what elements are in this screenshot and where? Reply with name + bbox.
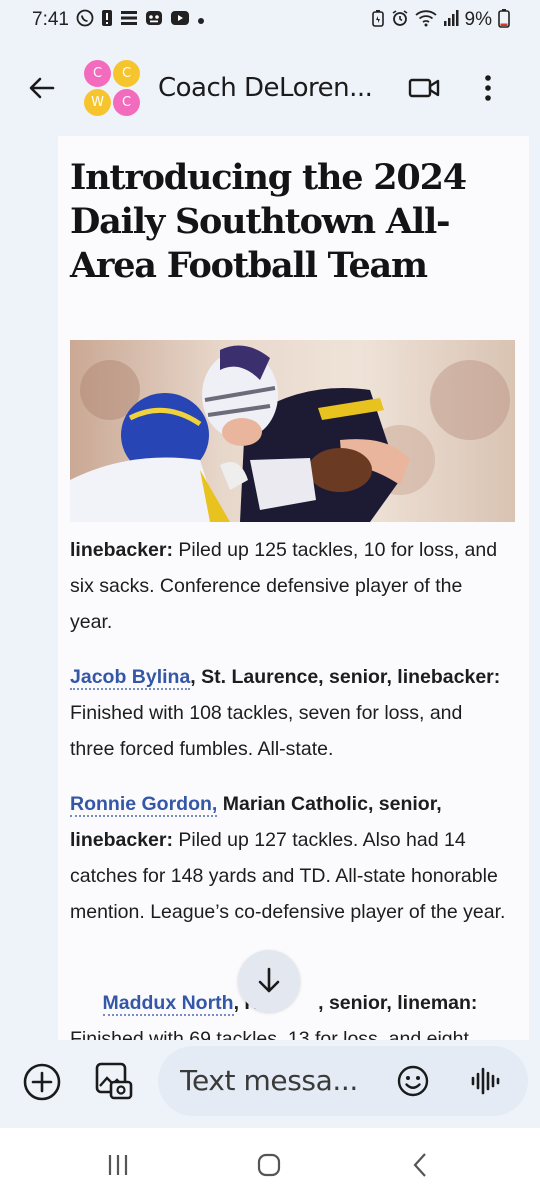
- more-notifications-dot-icon: [197, 12, 205, 29]
- player-paragraph: Ronnie Gordon, Marian Catholic, senior, …: [70, 786, 510, 930]
- player-paragraph: linebacker: Piled up 125 tackles, 10 for…: [70, 532, 510, 640]
- chevron-left-icon: [413, 1153, 426, 1177]
- home-icon: [257, 1153, 281, 1177]
- arrow-down-icon: [258, 967, 280, 993]
- battery-percent: 9%: [464, 9, 492, 30]
- conversation-header: C C W C Coach DeLoren...: [0, 40, 540, 136]
- whatsapp-icon: [76, 9, 94, 31]
- emoji-button[interactable]: [396, 1064, 430, 1098]
- conversation-title[interactable]: Coach DeLoren...: [158, 73, 380, 103]
- menu-app-icon: [120, 9, 138, 31]
- gallery-button[interactable]: [94, 1060, 134, 1102]
- player-school-position: , St. Laurence, senior, linebacker:: [190, 666, 501, 688]
- emoji-icon: [397, 1065, 429, 1097]
- waveform-icon: [471, 1067, 500, 1095]
- back-button[interactable]: [22, 68, 62, 108]
- player-name-link[interactable]: Maddux North: [102, 992, 234, 1016]
- alert-icon: [101, 9, 113, 31]
- avatar-letter: C: [113, 89, 140, 116]
- battery-icon: [498, 8, 510, 32]
- add-attachment-button[interactable]: [22, 1062, 62, 1102]
- clock: 7:41: [32, 9, 69, 30]
- add-circle-icon: [23, 1063, 61, 1101]
- article-headline: Introducing the 2024 Daily Southtown All…: [70, 157, 467, 286]
- more-vert-icon: [485, 75, 491, 101]
- gallery-camera-icon: [95, 1062, 133, 1100]
- wifi-icon: [414, 9, 437, 31]
- player-paragraph: Jacob Bylina, St. Laurence, senior, line…: [70, 659, 510, 767]
- shared-article-image[interactable]: Introducing the 2024 Daily Southtown All…: [58, 136, 529, 1040]
- avatar-letter: W: [84, 89, 111, 116]
- player-position: linebacker:: [70, 539, 173, 561]
- video-call-button[interactable]: [406, 70, 442, 106]
- navigation-bar: [0, 1128, 540, 1200]
- alarm-icon: [391, 9, 409, 31]
- youtube-icon: [170, 10, 190, 30]
- football-photo: [70, 340, 515, 522]
- system-back-button[interactable]: [400, 1150, 440, 1180]
- player-stats: Finished with 108 tackles, seven for los…: [70, 702, 463, 760]
- battery-saver-icon: [371, 9, 385, 31]
- player-name-link[interactable]: Ronnie Gordon,: [70, 793, 218, 817]
- message-input[interactable]: Text messa...: [158, 1046, 528, 1116]
- voice-message-button[interactable]: [468, 1064, 502, 1098]
- more-options-button[interactable]: [478, 70, 498, 106]
- home-button[interactable]: [249, 1150, 289, 1180]
- compose-bar: Text messa...: [0, 1040, 540, 1128]
- recents-icon: [108, 1155, 128, 1175]
- recent-apps-button[interactable]: [98, 1150, 138, 1180]
- message-placeholder: Text messa...: [180, 1064, 358, 1097]
- avatar-letter: C: [84, 60, 111, 87]
- group-avatar[interactable]: C C W C: [84, 60, 140, 116]
- scroll-to-bottom-button[interactable]: [238, 950, 300, 1012]
- status-bar: 7:41 9%: [0, 0, 540, 40]
- back-arrow-icon: [29, 77, 55, 99]
- avatar-letter: C: [113, 60, 140, 87]
- player-name-link[interactable]: Jacob Bylina: [70, 666, 191, 690]
- signal-icon: [443, 9, 459, 31]
- bot-app-icon: [145, 9, 163, 31]
- video-camera-icon: [408, 78, 440, 98]
